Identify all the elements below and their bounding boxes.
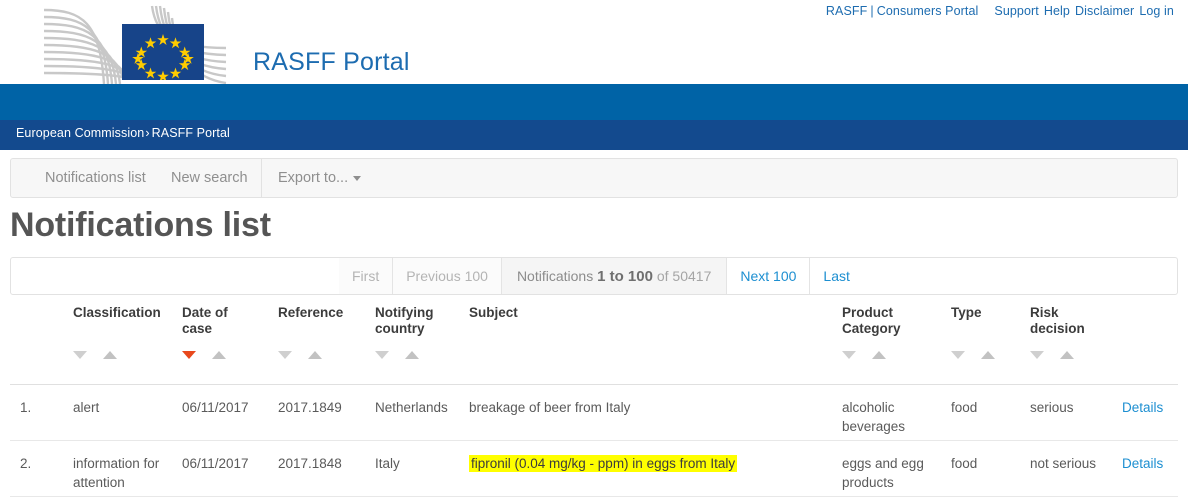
new-search-button[interactable]: New search [155, 159, 264, 197]
details-link[interactable]: Details [1122, 398, 1182, 417]
pagination-bar: First Previous 100 Notifications 1 to 10… [10, 257, 1178, 295]
column-header-risk-decision: Risk decision [1030, 305, 1126, 359]
export-to-dropdown[interactable]: Export to... [261, 159, 377, 197]
sort-desc-icon-active[interactable] [182, 351, 196, 359]
cell-subject: breakage of beer from Italy [469, 400, 631, 415]
sort-asc-icon[interactable] [405, 351, 419, 359]
cell-reference: 2017.1849 [278, 400, 342, 415]
column-label-line1: Notifying [375, 305, 434, 320]
column-header-subject: Subject [469, 305, 829, 321]
sort-controls-reference [278, 351, 322, 359]
row-index: 1. [20, 400, 32, 415]
eu-flag-icon [122, 24, 204, 82]
notifications-list-button[interactable]: Notifications list [29, 159, 162, 197]
portal-title: RASFF Portal [253, 48, 410, 76]
action-toolbar: Notifications list New search Export to.… [10, 158, 1178, 198]
sort-asc-icon[interactable] [103, 351, 117, 359]
sort-asc-icon[interactable] [1060, 351, 1074, 359]
sort-desc-icon[interactable] [375, 351, 389, 359]
cell-date-of-case: 06/11/2017 [182, 400, 249, 415]
row-index: 2. [20, 456, 32, 471]
pagination-last-button[interactable]: Last [810, 258, 863, 294]
cell-classification: information for attention [73, 456, 160, 490]
subject-highlight: fipronil (0.04 mg/kg - ppm) in eggs from… [469, 455, 738, 472]
cell-type: food [951, 456, 978, 471]
column-header-date-of-case: Date of case [182, 305, 274, 359]
column-header-product-category: Product Category [842, 305, 944, 359]
column-header-reference: Reference [278, 305, 364, 359]
header-blue-band [0, 84, 1188, 120]
cell-type: food [951, 400, 978, 415]
details-link[interactable]: Details [1122, 454, 1182, 473]
sort-desc-icon[interactable] [951, 351, 965, 359]
export-to-label: Export to... [278, 170, 349, 186]
cell-product-category: eggs and egg products [842, 456, 924, 490]
column-label-line1: Subject [469, 305, 518, 320]
pagination-group: First Previous 100 Notifications 1 to 10… [339, 258, 863, 294]
sort-desc-icon[interactable] [842, 351, 856, 359]
pagination-info-tail: of 50417 [656, 268, 712, 284]
sort-asc-icon[interactable] [981, 351, 995, 359]
notifications-table: Classification Date of case Reference No… [10, 305, 1178, 497]
cell-risk-decision: serious [1030, 400, 1074, 415]
sort-asc-icon[interactable] [872, 351, 886, 359]
sort-desc-icon[interactable] [1030, 351, 1044, 359]
chevron-down-icon [353, 175, 362, 181]
pagination-info: Notifications 1 to 100 of 50417 [501, 258, 728, 294]
column-label-line1: Risk [1030, 305, 1059, 320]
column-header-classification: Classification [73, 305, 181, 359]
column-label-line1: Product [842, 305, 894, 320]
column-label-line2: country [375, 321, 425, 336]
column-label-line1: Classification [73, 305, 161, 320]
cell-classification: alert [73, 400, 100, 415]
pagination-first-button[interactable]: First [339, 258, 394, 294]
column-label-line2: decision [1030, 321, 1085, 336]
column-label-line2: Category [842, 321, 901, 336]
column-label-line1: Date of [182, 305, 228, 320]
column-label-line1: Type [951, 305, 982, 320]
sort-asc-icon[interactable] [212, 351, 226, 359]
table-row[interactable]: 2. information for attention 06/11/2017 … [10, 441, 1178, 497]
breadcrumb-root[interactable]: European Commission [16, 126, 144, 140]
cell-subject: fipronil (0.04 mg/kg - ppm) in eggs from… [469, 454, 829, 473]
pagination-info-lead: Notifications [516, 268, 594, 284]
cell-product-category: alcoholic beverages [842, 400, 906, 434]
column-label-line1: Reference [278, 305, 344, 320]
sort-desc-icon[interactable] [73, 351, 87, 359]
table-row[interactable]: 1. alert 06/11/2017 2017.1849 Netherland… [10, 385, 1178, 441]
cell-notifying-country: Netherlands [375, 400, 448, 415]
sort-asc-icon[interactable] [308, 351, 322, 359]
cell-risk-decision: not serious [1030, 456, 1097, 471]
table-header-row: Classification Date of case Reference No… [10, 305, 1178, 385]
cell-notifying-country: Italy [375, 456, 400, 471]
cell-reference: 2017.1848 [278, 456, 342, 471]
pagination-info-range: 1 to 100 [597, 267, 653, 285]
page-title: Notifications list [10, 206, 271, 244]
sort-desc-icon[interactable] [278, 351, 292, 359]
sort-controls-product-category [842, 351, 886, 359]
sort-controls-date-of-case [182, 351, 226, 359]
site-header: European Commission RASFF Portal [0, 0, 1188, 110]
column-header-type: Type [951, 305, 1013, 359]
sort-controls-risk-decision [1030, 351, 1074, 359]
sort-controls-notifying-country [375, 351, 419, 359]
breadcrumb: European Commission› RASFF Portal [16, 126, 230, 140]
cell-date-of-case: 06/11/2017 [182, 456, 249, 471]
pagination-next-button[interactable]: Next 100 [727, 258, 811, 294]
pagination-previous-button[interactable]: Previous 100 [393, 258, 502, 294]
sort-controls-classification [73, 351, 117, 359]
column-header-notifying-country: Notifying country [375, 305, 469, 359]
breadcrumb-current: RASFF Portal [151, 126, 230, 140]
sort-controls-type [951, 351, 995, 359]
column-label-line2: case [182, 321, 213, 336]
breadcrumb-separator-icon: › [145, 126, 150, 140]
